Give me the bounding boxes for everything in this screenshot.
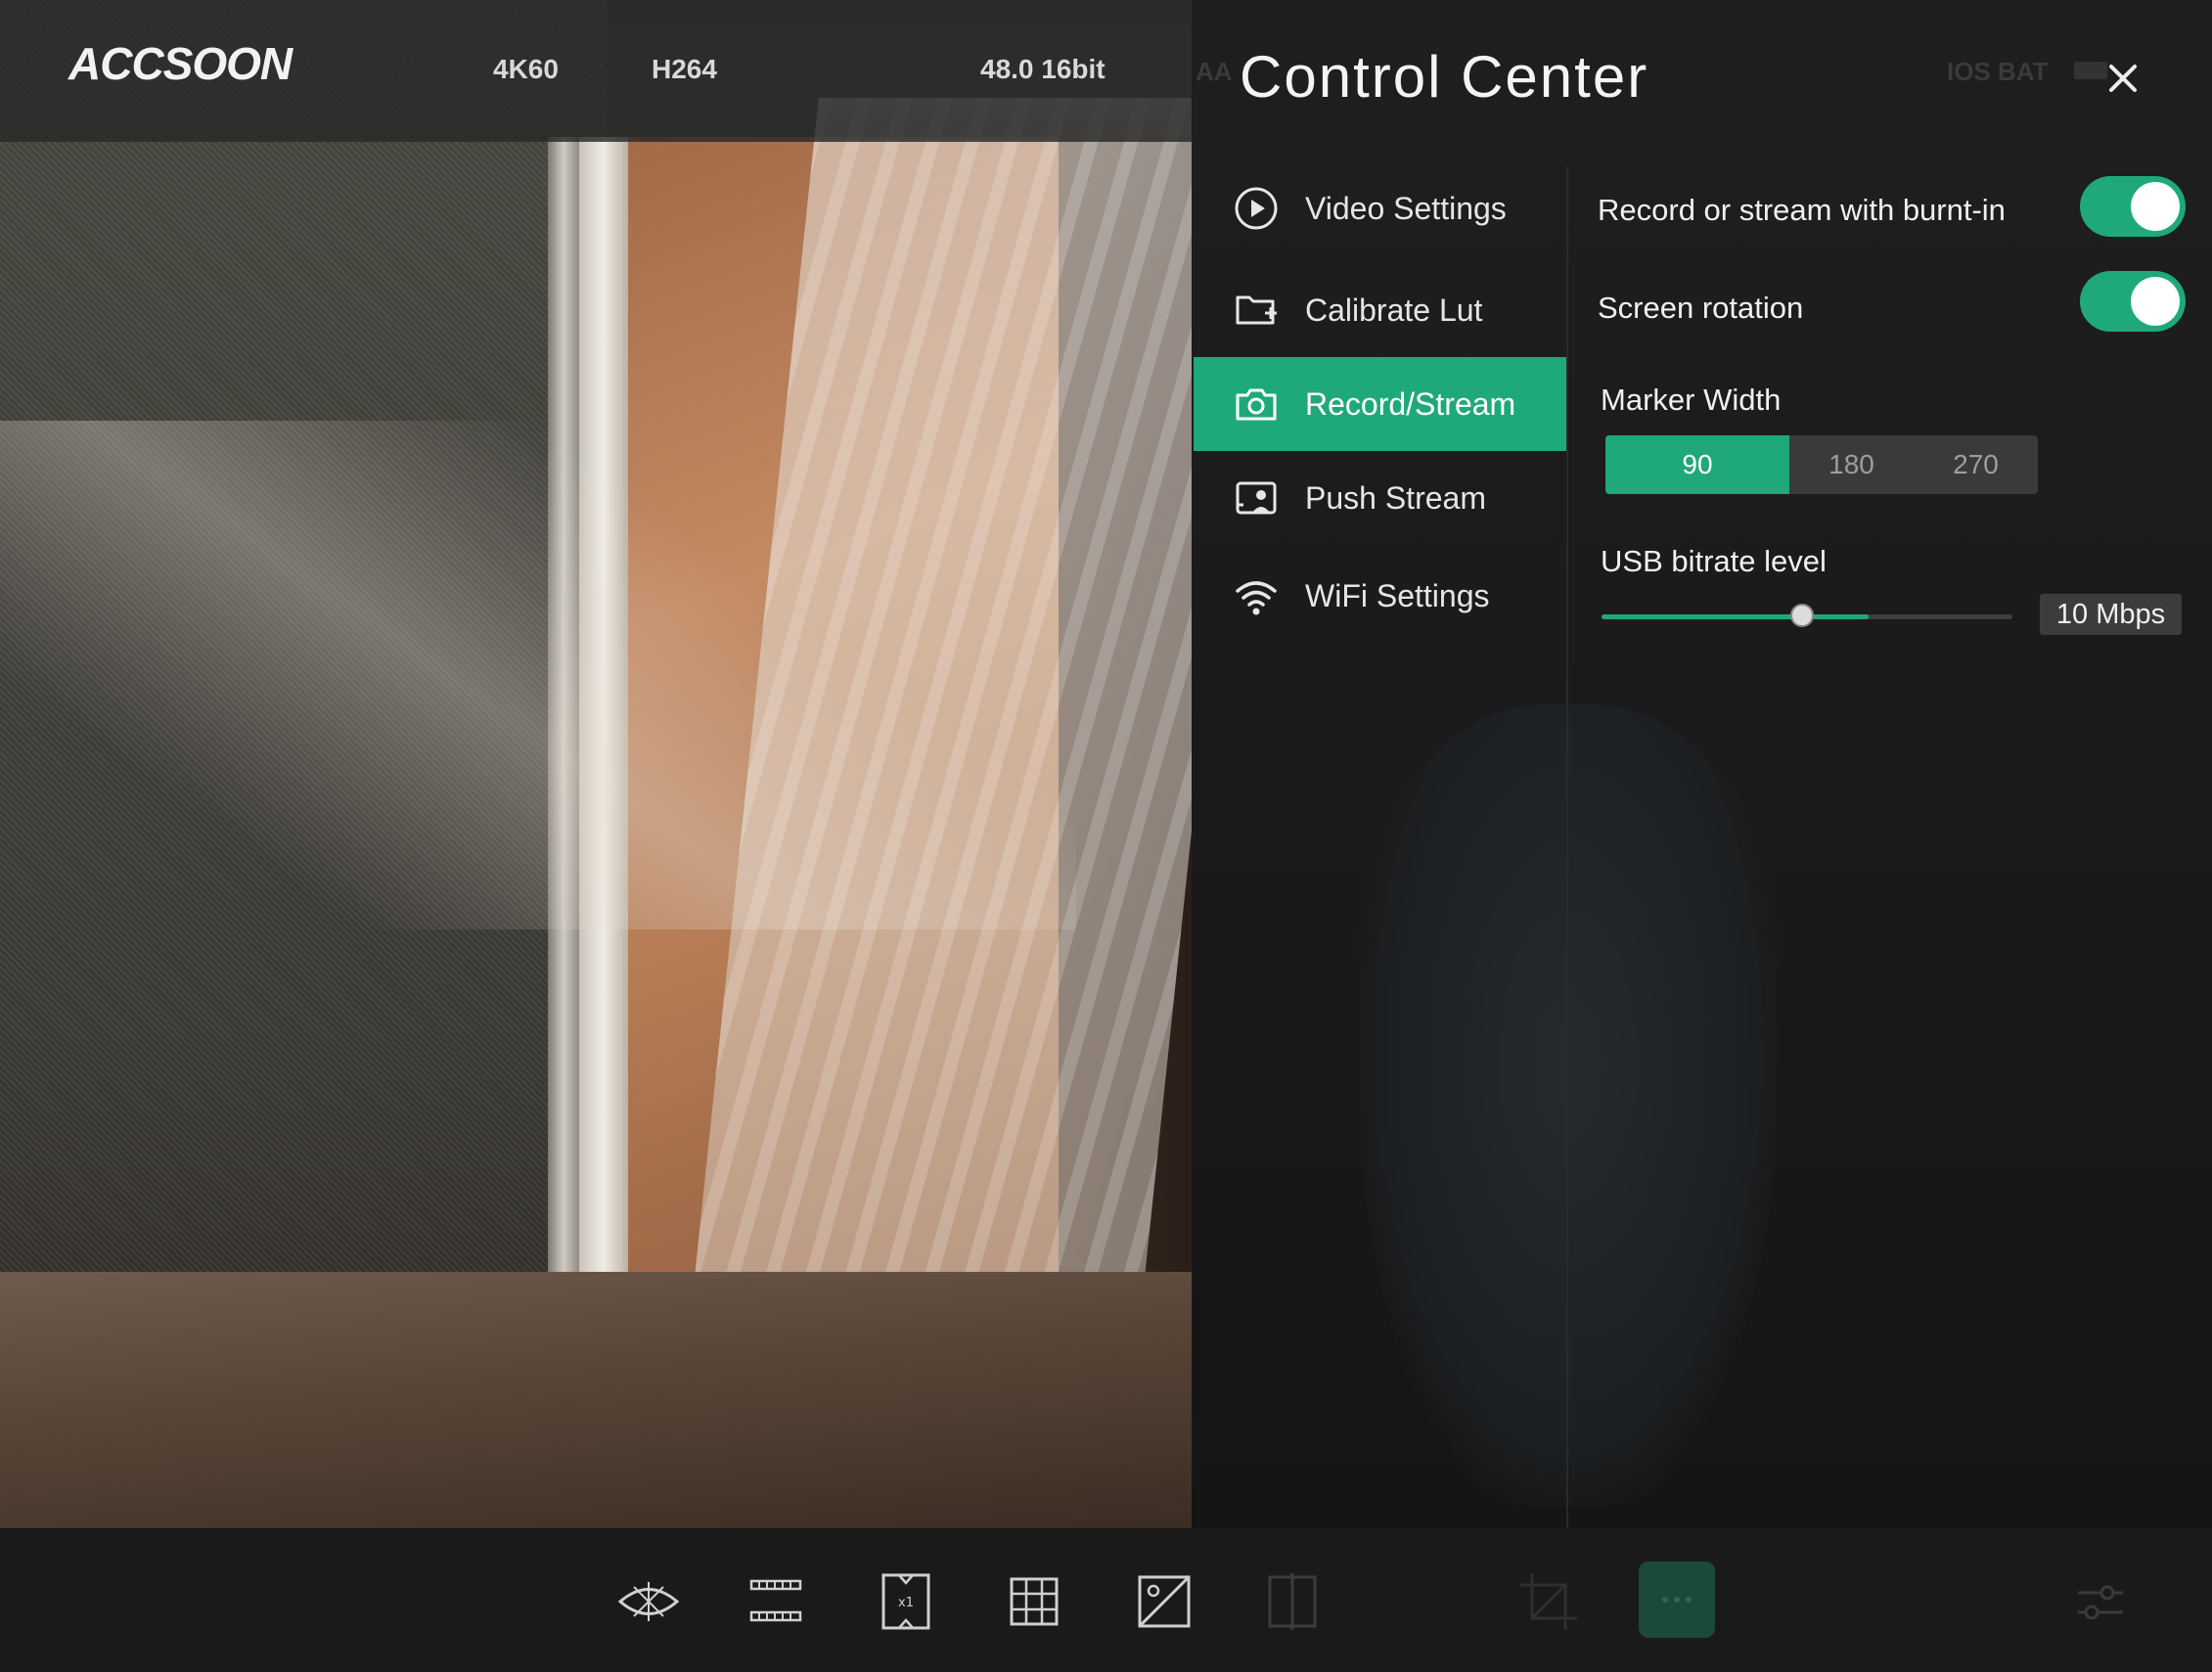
- wifi-icon: [1233, 572, 1280, 619]
- usb-bitrate-label: USB bitrate level: [1601, 544, 1827, 578]
- marker-width-selector: 90 180 270: [1605, 435, 2038, 494]
- toggle-knob: [2131, 277, 2180, 326]
- brand-logo: ACCSOON: [68, 38, 293, 89]
- close-icon[interactable]: [2099, 54, 2147, 103]
- anamorphic-desqueeze-icon[interactable]: x1: [872, 1567, 940, 1636]
- menu-divider: [1566, 166, 1568, 1528]
- grid-icon[interactable]: [1000, 1567, 1068, 1636]
- menu-item-record-stream[interactable]: Record/Stream: [1194, 357, 1567, 451]
- slider-fill: [1602, 614, 1869, 619]
- audio-status: 48.0 16bit: [980, 54, 1106, 84]
- menu-item-calibrate-lut[interactable]: Calibrate Lut: [1194, 263, 1567, 357]
- status-bar: ACCSOON 4K60 H264 48.0 16bit AA: [0, 0, 1233, 142]
- control-center-menu: Video Settings Calibrate Lut Record/Stre…: [1194, 161, 1567, 643]
- screen-rotation-toggle[interactable]: [2080, 271, 2186, 332]
- burnt-in-label: Record or stream with burnt-in: [1598, 193, 2006, 227]
- resolution-status: 4K60: [493, 54, 559, 84]
- zebra-lines-icon[interactable]: [742, 1567, 810, 1636]
- usb-bitrate-value: 10 Mbps: [2040, 594, 2182, 635]
- control-center-title: Control Center: [1240, 44, 1649, 110]
- menu-item-label: Push Stream: [1305, 479, 1486, 516]
- toggle-knob: [2131, 182, 2180, 231]
- menu-item-push-stream[interactable]: Push Stream: [1194, 451, 1567, 545]
- compare-split-icon[interactable]: [1258, 1567, 1327, 1636]
- bottom-toolbar: [0, 1528, 2212, 1672]
- adjust-sliders-icon[interactable]: [2066, 1567, 2135, 1636]
- marker-width-option-270[interactable]: 270: [1914, 435, 2038, 494]
- codec-status: H264: [652, 54, 717, 84]
- burnt-in-toggle[interactable]: [2080, 176, 2186, 237]
- false-color-icon[interactable]: [1130, 1567, 1198, 1636]
- usb-bitrate-slider[interactable]: [1602, 604, 2012, 627]
- focus-peaking-icon[interactable]: [614, 1567, 683, 1636]
- audio-indicator: AA: [1196, 57, 1233, 86]
- menu-item-label: Record/Stream: [1305, 385, 1516, 422]
- camera-icon: [1233, 381, 1280, 428]
- stream-person-icon: [1233, 474, 1280, 521]
- menu-item-label: WiFi Settings: [1305, 577, 1490, 613]
- folder-plus-icon: [1233, 287, 1280, 334]
- window-sill: [0, 1272, 1192, 1528]
- battery-status: IOS BAT: [1947, 57, 2049, 86]
- menu-item-label: Calibrate Lut: [1305, 292, 1483, 328]
- camera-preview: [0, 0, 1192, 1528]
- play-circle-icon: [1233, 185, 1280, 232]
- marker-width-option-180[interactable]: 180: [1789, 435, 1914, 494]
- more-icon[interactable]: [1639, 1561, 1715, 1638]
- crop-icon[interactable]: [1514, 1567, 1583, 1636]
- menu-item-wifi-settings[interactable]: WiFi Settings: [1194, 549, 1567, 643]
- marker-width-label: Marker Width: [1601, 383, 1782, 417]
- screen-rotation-label: Screen rotation: [1598, 291, 1804, 325]
- marker-width-option-90[interactable]: 90: [1605, 435, 1789, 494]
- menu-item-label: Video Settings: [1305, 190, 1507, 226]
- svg-text:x1: x1: [898, 1596, 914, 1610]
- slider-thumb[interactable]: [1790, 604, 1814, 627]
- vase-shadow: [1358, 704, 1779, 1507]
- menu-item-video-settings[interactable]: Video Settings: [1194, 161, 1567, 255]
